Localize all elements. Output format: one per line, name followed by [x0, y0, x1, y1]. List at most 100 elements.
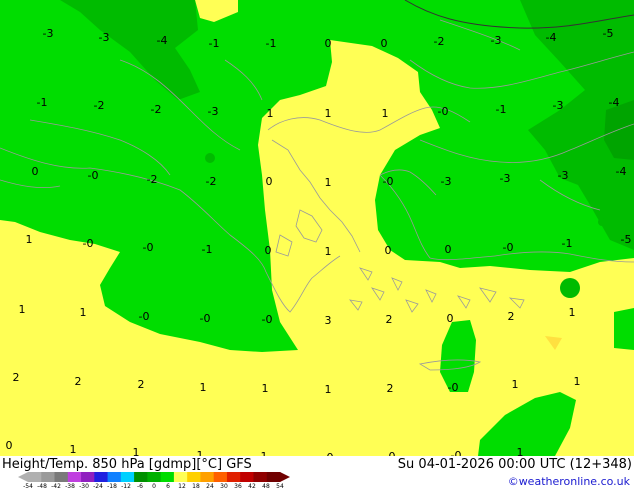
temp-label: 1: [26, 233, 33, 246]
colorbar-tick-label: 12: [178, 483, 186, 490]
temp-label: -3: [208, 105, 219, 118]
temp-label: 0: [381, 37, 388, 50]
colorbar-tick-label: -12: [121, 483, 131, 490]
colorbar-tick-label: 54: [276, 483, 284, 490]
temp-label: 1: [569, 306, 576, 319]
colorbar-swatch: [28, 472, 42, 482]
temp-label: -0: [83, 237, 94, 250]
temp-label: -3: [491, 34, 502, 47]
temp-label: -1: [496, 103, 507, 116]
temp-label: 1: [267, 107, 274, 120]
temp-label: 0: [445, 243, 452, 256]
temp-label: -2: [147, 173, 158, 186]
temp-label: -2: [434, 35, 445, 48]
colorbar-tick-label: 36: [234, 483, 242, 490]
temp-label: -5: [621, 233, 632, 246]
temp-label: 1: [517, 446, 524, 456]
temp-label: 2: [75, 375, 82, 388]
temp-label: 0: [265, 244, 272, 257]
colorbar-swatch: [226, 472, 241, 482]
colorbar-tick-label: -6: [137, 483, 143, 490]
temp-label: 2: [13, 371, 20, 384]
temp-label: 1: [512, 378, 519, 391]
copyright-link[interactable]: ©weatheronline.co.uk: [508, 475, 630, 488]
temp-label: 0: [32, 165, 39, 178]
temp-label: 2: [387, 382, 394, 395]
temp-label: -2: [94, 99, 105, 112]
temp-label: 0: [6, 439, 13, 452]
temp-label: -0: [438, 105, 449, 118]
colorbar-swatch: [253, 472, 268, 482]
colorbar-swatch: [187, 472, 201, 482]
temp-label: -3: [441, 175, 452, 188]
temp-label: -1: [37, 96, 48, 109]
colorbar-swatch: [160, 472, 175, 482]
temp-label: -4: [546, 31, 557, 44]
dark-green-spot-2: [560, 278, 580, 298]
temp-label: -4: [157, 34, 168, 47]
temp-label: 0: [385, 244, 392, 257]
colorbar-swatch: [173, 472, 188, 482]
temp-label: 0: [266, 175, 273, 188]
temp-label: -0: [143, 241, 154, 254]
temp-label: 1: [325, 176, 332, 189]
map-footer: Height/Temp. 850 hPa [gdmp][°C] GFS Su 0…: [0, 456, 634, 490]
temp-label: -3: [99, 31, 110, 44]
colorbar-tick-label: 6: [166, 483, 170, 490]
temp-label: -0: [262, 313, 273, 326]
colorbar-arrow-left: [18, 472, 28, 482]
colorbar-tick-label: 48: [262, 483, 270, 490]
temp-label: 1: [200, 381, 207, 394]
temp-label: 1: [80, 306, 87, 319]
colorbar-tick-label: -54: [23, 483, 33, 490]
temp-label: -3: [500, 172, 511, 185]
temp-label: 2: [386, 313, 393, 326]
colorbar-swatch: [240, 472, 254, 482]
temp-label: -1: [202, 243, 213, 256]
temp-label: 1: [325, 245, 332, 258]
colorbar-tick-label: -30: [79, 483, 89, 490]
colorbar-swatch: [54, 472, 69, 482]
temp-label: 1: [70, 443, 77, 456]
temp-label: 3: [325, 314, 332, 327]
colorbar-tick-label: 42: [248, 483, 256, 490]
temp-label: 1: [19, 303, 26, 316]
temp-label: -1: [209, 37, 220, 50]
forecast-datetime: Su 04-01-2026 00:00 UTC (12+348): [397, 457, 632, 472]
colorbar-arrow-right: [280, 472, 290, 482]
colorbar-tick-label: 24: [206, 483, 214, 490]
temp-label: -3: [43, 27, 54, 40]
colorbar-swatch: [41, 472, 56, 482]
colorbar-swatch: [213, 472, 228, 482]
colorbar-swatch: [200, 472, 215, 482]
temp-label: 2: [508, 310, 515, 323]
temp-label: -4: [616, 165, 627, 178]
colorbar-tick-label: -24: [93, 483, 103, 490]
weather-map: -3 -3 -4 -1 -1 0 0 -2 -3 -4 -5 -1 -2 -2 …: [0, 0, 634, 490]
colorbar-swatch: [120, 472, 135, 482]
colorbar-swatch: [81, 472, 95, 482]
temp-label: -3: [553, 99, 564, 112]
temp-label: -0: [88, 169, 99, 182]
colorbar-tick-label: -48: [37, 483, 47, 490]
temp-label: -1: [562, 237, 573, 250]
temp-label: -0: [451, 449, 462, 456]
temp-label: -0: [200, 312, 211, 325]
colorbar-tick-label: -42: [51, 483, 61, 490]
dark-green-spot-1: [205, 153, 215, 163]
colorbar-swatch: [94, 472, 109, 482]
temp-label: 0: [447, 312, 454, 325]
colorbar-tick-label: -18: [107, 483, 117, 490]
colorbar-swatch: [134, 472, 148, 482]
temp-label: -0: [503, 241, 514, 254]
temp-label: 0: [325, 37, 332, 50]
colorbar-swatch: [147, 472, 162, 482]
temp-label: -0: [383, 175, 394, 188]
colorbar-swatch: [107, 472, 122, 482]
map-title: Height/Temp. 850 hPa [gdmp][°C] GFS: [2, 457, 252, 472]
temp-label: 1: [133, 446, 140, 456]
temp-label: -5: [603, 27, 614, 40]
colorbar-swatch: [266, 472, 281, 482]
temp-label: 1: [325, 383, 332, 396]
temp-label: 1: [325, 107, 332, 120]
